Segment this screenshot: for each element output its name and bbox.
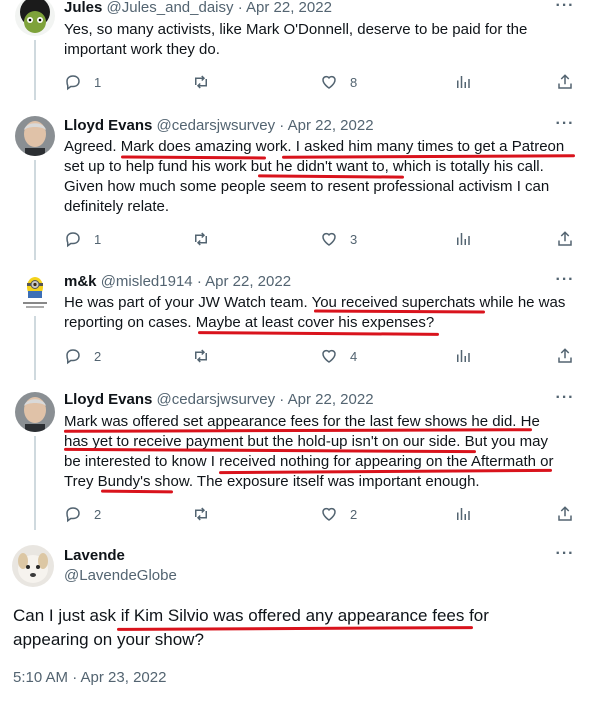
author-name[interactable]: m&k — [64, 273, 97, 290]
reply-icon — [66, 232, 80, 248]
reply-button[interactable]: 1 — [64, 229, 101, 249]
heart-icon — [322, 349, 336, 363]
more-icon[interactable]: ··· — [555, 0, 575, 20]
tweet-lloyd-2[interactable]: Lloyd Evans @cedarsjwsurvey · Apr 22, 20… — [0, 380, 589, 530]
like-button[interactable]: 8 — [320, 72, 357, 92]
views-button[interactable] — [454, 346, 472, 366]
share-button[interactable] — [556, 504, 574, 524]
heart-icon — [322, 232, 336, 246]
avatar[interactable] — [12, 545, 54, 587]
text-line: appearing on your show? — [13, 630, 204, 649]
like-count: 3 — [350, 231, 358, 247]
retweet-button[interactable] — [192, 504, 210, 524]
share-icon — [558, 348, 572, 363]
tweet-actions: 2 2 — [64, 504, 576, 524]
reply-button[interactable]: 2 — [64, 346, 101, 366]
views-icon — [457, 350, 470, 362]
author-name[interactable]: Lloyd Evans — [64, 117, 152, 134]
text-line: reporting on cases. Maybe at least cover… — [64, 314, 435, 331]
like-count: 4 — [350, 348, 358, 364]
retweet-button[interactable] — [192, 346, 210, 366]
tweet-text: Yes, so many activists, like Mark O'Donn… — [64, 20, 576, 60]
share-button[interactable] — [556, 229, 574, 249]
heart-icon — [322, 75, 336, 89]
share-button[interactable] — [556, 72, 574, 92]
text-line: Trey Bundy's show. The exposure itself w… — [64, 473, 480, 490]
views-icon — [457, 233, 470, 245]
reply-count: 1 — [94, 231, 102, 247]
thread-line — [34, 316, 36, 380]
tweet-jules[interactable]: Jules @Jules_and_daisy · Apr 22, 2022 ··… — [0, 0, 589, 100]
reply-button[interactable]: 1 — [64, 72, 101, 92]
author-handle[interactable]: @Jules_and_daisy — [107, 0, 234, 16]
tweet-header: Jules @Jules_and_daisy · Apr 22, 2022 — [64, 0, 332, 18]
retweet-button[interactable] — [192, 229, 210, 249]
like-count: 8 — [350, 74, 358, 90]
author-handle[interactable]: @misled1914 — [101, 273, 193, 290]
more-icon[interactable]: ··· — [555, 390, 575, 412]
avatar[interactable] — [15, 0, 55, 36]
like-count: 2 — [350, 506, 358, 522]
views-icon — [457, 508, 470, 520]
author-name[interactable]: Lavende — [64, 546, 125, 566]
avatar[interactable] — [15, 392, 55, 432]
views-button[interactable] — [454, 229, 472, 249]
more-icon[interactable]: ··· — [555, 272, 575, 294]
tweet-actions: 2 4 — [64, 346, 576, 366]
avatar[interactable] — [15, 272, 55, 312]
retweet-button[interactable] — [192, 72, 210, 92]
retweet-icon — [195, 232, 207, 246]
text-line: Yes, so many activists, like Mark O'Donn… — [64, 21, 528, 38]
tweet-lloyd-1[interactable]: Lloyd Evans @cedarsjwsurvey · Apr 22, 20… — [0, 100, 589, 260]
author-handle[interactable]: @LavendeGlobe — [64, 566, 177, 586]
tweet-header: Lloyd Evans @cedarsjwsurvey · Apr 22, 20… — [64, 116, 374, 136]
text-line: definitely relate. — [64, 198, 170, 215]
views-button[interactable] — [454, 504, 472, 524]
more-icon[interactable]: ··· — [555, 546, 575, 568]
tweet-date[interactable]: · Apr 22, 2022 — [279, 391, 373, 408]
more-icon[interactable]: ··· — [555, 116, 575, 138]
like-button[interactable]: 2 — [320, 504, 357, 524]
author-handle[interactable]: @cedarsjwsurvey — [157, 117, 276, 134]
thread-line — [34, 40, 36, 100]
avatar[interactable] — [15, 116, 55, 156]
reply-button[interactable]: 2 — [64, 504, 101, 524]
reply-count: 2 — [94, 506, 102, 522]
reply-icon — [66, 507, 80, 523]
views-button[interactable] — [454, 72, 472, 92]
share-icon — [558, 506, 572, 521]
tweet-mk[interactable]: m&k @misled1914 · Apr 22, 2022 ··· He wa… — [0, 260, 589, 380]
like-button[interactable]: 3 — [320, 229, 357, 249]
author-name[interactable]: Lloyd Evans — [64, 391, 152, 408]
text-line: important work they do. — [64, 41, 220, 58]
reply-icon — [66, 349, 80, 365]
reply-icon — [66, 75, 80, 91]
tweet-header: Lloyd Evans @cedarsjwsurvey · Apr 22, 20… — [64, 390, 374, 410]
reply-count: 2 — [94, 348, 102, 364]
text-line: Can I just ask if Kim Silvio was offered… — [13, 606, 489, 625]
author-handle[interactable]: @cedarsjwsurvey — [157, 391, 276, 408]
thread-line — [34, 436, 36, 530]
tweet-text: He was part of your JW Watch team. You r… — [64, 293, 576, 333]
thread-line — [34, 160, 36, 260]
retweet-icon — [195, 75, 207, 89]
views-icon — [457, 76, 470, 88]
tweet-timestamp[interactable]: 5:10 AM · Apr 23, 2022 — [13, 668, 166, 688]
retweet-icon — [195, 349, 207, 363]
tweet-date[interactable]: · Apr 22, 2022 — [279, 117, 373, 134]
tweet-date[interactable]: · Apr 22, 2022 — [238, 0, 332, 16]
share-button[interactable] — [556, 346, 574, 366]
tweet-header: m&k @misled1914 · Apr 22, 2022 — [64, 272, 291, 292]
text-line: Given how much some people seem to resen… — [64, 178, 550, 195]
share-icon — [558, 231, 572, 246]
reply-count: 1 — [94, 74, 102, 90]
share-icon — [558, 74, 572, 89]
tweet-actions: 1 3 — [64, 229, 576, 249]
author-name[interactable]: Jules — [64, 0, 102, 16]
like-button[interactable]: 4 — [320, 346, 357, 366]
tweet-date[interactable]: · Apr 22, 2022 — [197, 273, 291, 290]
tweet-actions: 1 8 — [64, 72, 576, 92]
heart-icon — [322, 507, 336, 521]
retweet-icon — [195, 507, 207, 521]
